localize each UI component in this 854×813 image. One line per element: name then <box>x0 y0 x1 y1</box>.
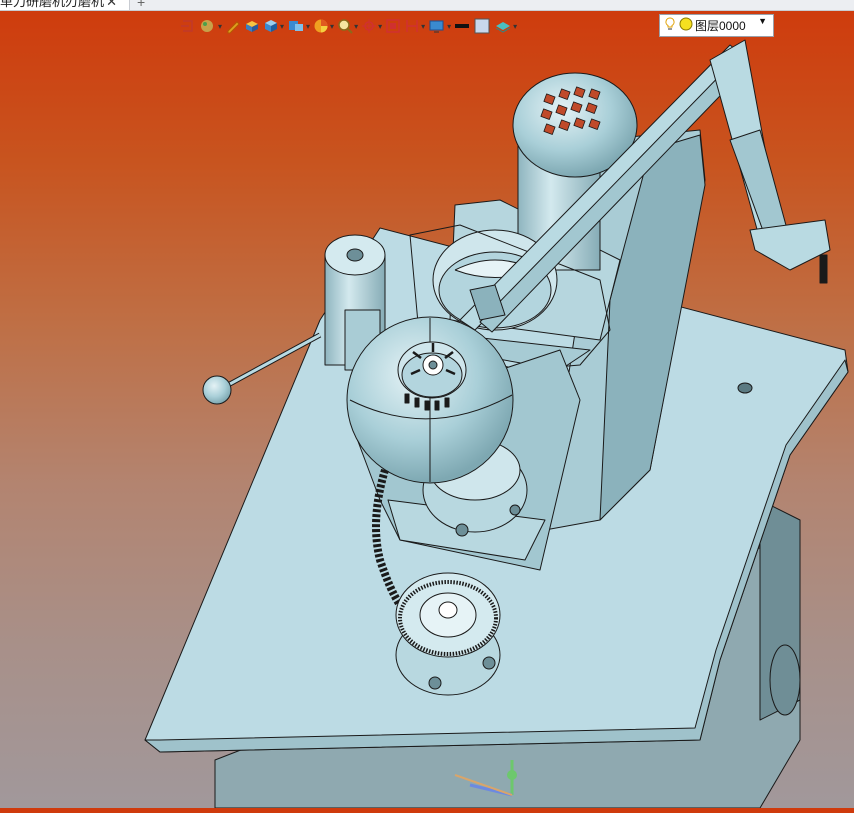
layer-select[interactable]: 图层0000 ▼ <box>659 14 774 37</box>
color-wheel-icon[interactable]: ▾ <box>313 15 334 37</box>
iso-view-icon[interactable]: ▾ <box>287 15 310 37</box>
3d-viewport[interactable] <box>0 38 854 809</box>
fit-view-icon[interactable] <box>385 15 401 37</box>
view-toolbar: ▾ ▾ ▾ ▾ ▾ ▾ ▾ ▾ ▾ <box>180 14 517 38</box>
pen-icon[interactable] <box>225 15 241 37</box>
view-cube-icon[interactable]: ▾ <box>263 15 284 37</box>
exit-sketch-icon[interactable] <box>180 15 196 37</box>
machine-model <box>144 39 849 809</box>
measure-icon[interactable]: ▾ <box>404 15 425 37</box>
solid-box-icon[interactable] <box>244 15 260 37</box>
display-icon[interactable]: ▾ <box>428 15 451 37</box>
snap-icon[interactable]: ▾ <box>361 15 382 37</box>
close-icon[interactable]: ✕ <box>106 0 117 10</box>
render-style-icon[interactable]: ▾ <box>199 15 222 37</box>
document-tab[interactable]: 单刀研磨机刃磨机 ✕ <box>0 0 130 10</box>
layer-color-dot-icon <box>679 17 693 34</box>
zoom-icon[interactable]: ▾ <box>337 15 358 37</box>
document-tab-bar: 单刀研磨机刃磨机 ✕ + <box>0 0 854 11</box>
document-tab-title: 单刀研磨机刃磨机 <box>0 0 105 9</box>
new-tab-button[interactable]: + <box>137 0 145 10</box>
layer-name: 图层0000 <box>695 19 746 33</box>
chevron-down-icon[interactable]: ▼ <box>758 16 767 26</box>
lightbulb-icon[interactable] <box>665 17 675 34</box>
layer-stack-icon[interactable]: ▾ <box>494 15 517 37</box>
fill-color-icon[interactable] <box>473 15 491 37</box>
line-color-icon[interactable] <box>454 15 470 37</box>
